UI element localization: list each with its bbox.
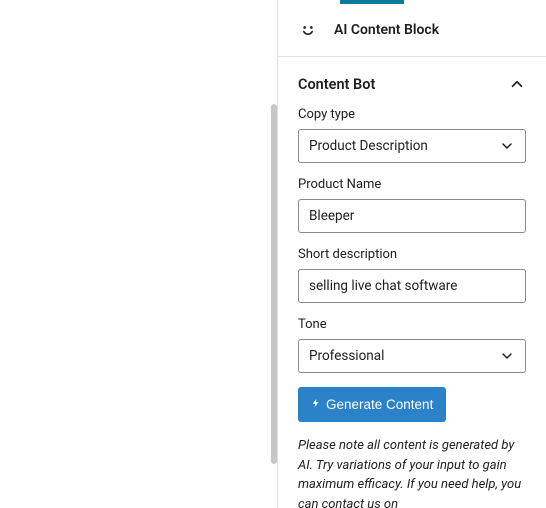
lightning-icon — [311, 396, 321, 413]
scrollbar[interactable] — [271, 104, 277, 464]
chevron-up-icon — [508, 75, 526, 93]
product-name-input[interactable] — [309, 208, 515, 224]
copy-type-value: Product Description — [309, 138, 428, 154]
tone-select[interactable]: Professional — [298, 339, 526, 373]
generate-content-button[interactable]: Generate Content — [298, 387, 446, 422]
editor-canvas — [0, 0, 278, 508]
section-title: Content Bot — [298, 76, 375, 93]
disclaimer-note: Please note all content is generated by … — [298, 436, 526, 508]
panel-title: AI Content Block — [334, 22, 439, 38]
tone-value: Professional — [309, 348, 384, 364]
field-copy-type: Copy type Product Description — [298, 107, 526, 163]
short-description-label: Short description — [298, 247, 526, 262]
block-settings-panel: AI Content Block Content Bot Copy type P… — [278, 0, 546, 508]
field-short-description: Short description — [298, 247, 526, 303]
field-product-name: Product Name — [298, 177, 526, 233]
copy-type-select[interactable]: Product Description — [298, 129, 526, 163]
tone-label: Tone — [298, 317, 526, 332]
product-name-label: Product Name — [298, 177, 526, 192]
field-tone: Tone Professional — [298, 317, 526, 373]
copy-type-label: Copy type — [298, 107, 526, 122]
panel-header: AI Content Block — [278, 4, 546, 57]
generate-button-label: Generate Content — [326, 397, 433, 412]
short-description-input[interactable] — [309, 278, 515, 294]
section-toggle[interactable]: Content Bot — [278, 57, 546, 103]
section-body: Copy type Product Description Product Na… — [278, 103, 546, 508]
smile-icon — [298, 20, 318, 40]
chevron-down-icon — [499, 348, 515, 364]
chevron-down-icon — [499, 138, 515, 154]
